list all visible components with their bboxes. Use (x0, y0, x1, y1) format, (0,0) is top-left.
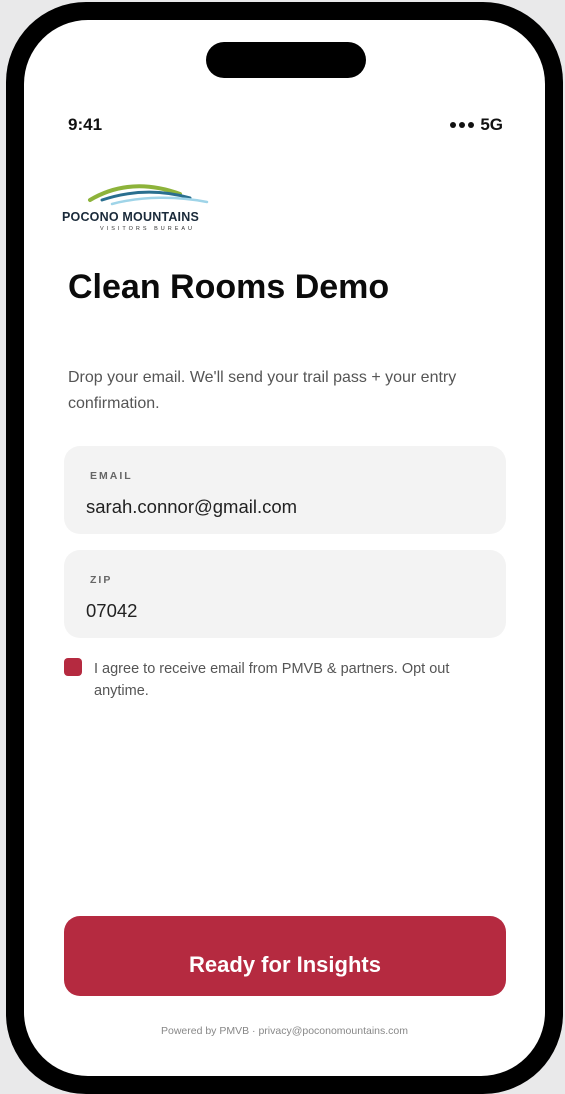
page-subtitle: Drop your email. We'll send your trail p… (68, 369, 457, 412)
phone-screen: 9:41 5G POCONO MOUNTAINS VISITORS BUREAU… (24, 20, 545, 1076)
status-time: 9:41 (68, 115, 103, 134)
zip-field[interactable]: ZIP (64, 550, 506, 638)
zip-input[interactable] (86, 600, 476, 622)
mountain-swoosh-icon (88, 184, 209, 206)
ready-for-insights-button[interactable]: Ready for Insights (64, 916, 506, 996)
consent-checkbox[interactable] (64, 658, 82, 676)
email-label: EMAIL (90, 470, 133, 482)
status-indicators: 5G (450, 115, 503, 135)
dynamic-island (206, 42, 366, 78)
consent-label: I agree to receive email from PMVB & par… (94, 661, 450, 699)
page-title: Clean Rooms Demo (68, 268, 390, 306)
signal-icon (450, 122, 475, 128)
pocono-logo: POCONO MOUNTAINS VISITORS BUREAU (62, 180, 242, 238)
footer-text: Powered by PMVB · privacy@poconomountain… (160, 1025, 409, 1037)
network-label: 5G (480, 115, 503, 134)
phone-frame: 9:41 5G POCONO MOUNTAINS VISITORS BUREAU… (6, 2, 563, 1094)
logo-tagline: VISITORS BUREAU (100, 226, 196, 232)
logo-name: POCONO MOUNTAINS (62, 210, 199, 224)
email-field[interactable]: EMAIL (64, 446, 506, 534)
email-input[interactable] (86, 496, 476, 518)
zip-label: ZIP (90, 574, 113, 586)
